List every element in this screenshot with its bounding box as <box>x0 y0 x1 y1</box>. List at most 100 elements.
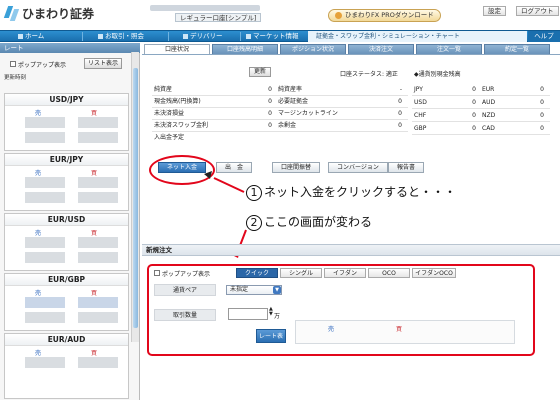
tab-balance-detail[interactable]: 口座残高明細 <box>212 44 278 54</box>
nav-divider <box>82 32 83 41</box>
sell-quote-blurred[interactable] <box>25 357 65 368</box>
pair-eurjpy[interactable]: EUR/JPY 売 買 <box>4 153 129 211</box>
tab-positions[interactable]: ポジション状況 <box>280 44 346 54</box>
quantity-stepper[interactable]: ▲ ▼ <box>269 307 273 317</box>
sell-quote-blurred[interactable] <box>25 297 65 308</box>
buy-quote-blurred[interactable] <box>78 357 118 368</box>
tab-oco[interactable]: OCO <box>368 268 410 278</box>
table-row: USD 0 AUD 0 <box>412 97 550 109</box>
account-status: 口座ステータス: 適正 <box>340 71 398 78</box>
logo[interactable]: ひまわり証券 <box>3 5 94 22</box>
pair-name: EUR/AUD <box>5 334 128 346</box>
tab-settlement-orders[interactable]: 決済注文 <box>348 44 414 54</box>
sell-quote-blurred[interactable] <box>25 117 65 128</box>
callout-step-1: 1 ネット入金をクリックすると・・・ <box>246 183 456 201</box>
buy-quote-blurred <box>78 312 118 323</box>
rates-list-button[interactable]: リスト表示 <box>84 58 123 69</box>
arrow-line <box>213 177 245 193</box>
sell-label: 売 <box>35 290 42 297</box>
buy-label: 買 <box>91 230 98 237</box>
pair-euraud[interactable]: EUR/AUD 売 買 <box>4 333 129 399</box>
quantity-input[interactable] <box>228 308 268 320</box>
pair-eurgbp[interactable]: EUR/GBP 売 買 <box>4 273 129 331</box>
plan-label: レギュラー口座[シンプル] <box>175 13 262 22</box>
currency-balance-heading: ◆通貨別現金残高 <box>414 71 461 78</box>
refresh-button[interactable]: 更新 <box>249 67 272 77</box>
pair-eurusd[interactable]: EUR/USD 売 買 <box>4 213 129 271</box>
scroll-thumb[interactable] <box>133 68 138 328</box>
cursor-icon <box>204 171 212 179</box>
tab-order-list[interactable]: 注文一覧 <box>416 44 482 54</box>
main-nav: ホーム お取引・照会 デリバリー マーケット情報 証拠金・スワップ金利・シミュレ… <box>0 30 560 42</box>
buy-quote-blurred <box>78 252 118 263</box>
pair-usdjpy[interactable]: USD/JPY 売 買 <box>4 93 129 151</box>
sell-quote-blurred[interactable] <box>25 177 65 188</box>
table-row: 未決済損益 0 マージンカットライン 0 <box>152 108 408 120</box>
buy-quote-blurred[interactable] <box>78 117 118 128</box>
sell-label: 売 <box>35 110 42 117</box>
account-name-blurred <box>150 5 260 11</box>
account-tabs: 口座状況 口座残高明細 ポジション状況 決済注文 注文一覧 約定一覧 <box>142 44 560 54</box>
sell-quote-blurred <box>25 312 65 323</box>
nav-home[interactable]: ホーム <box>18 31 44 42</box>
buy-label: 買 <box>91 110 98 117</box>
report-button[interactable]: 報告書 <box>388 162 425 173</box>
sell-label: 売 <box>35 230 42 237</box>
table-row: CHF 0 NZD 0 <box>412 110 550 122</box>
rates-scrollbar[interactable] <box>131 52 139 342</box>
order-type-tabs: クイック シングル イフダン OCO イフダンOCO <box>150 268 530 278</box>
show-rate-button[interactable]: レート表示 <box>256 329 286 354</box>
tab-quick[interactable]: クイック <box>236 268 278 278</box>
pair-name: EUR/JPY <box>5 154 128 166</box>
table-row: 入出金予定 <box>154 134 185 141</box>
nav-trade[interactable]: お取引・照会 <box>98 31 144 42</box>
tab-execution-list[interactable]: 約定一覧 <box>484 44 550 54</box>
table-row: JPY 0 EUR 0 <box>412 84 550 96</box>
nav-delivery[interactable]: デリバリー <box>183 31 223 42</box>
buy-quote-blurred[interactable] <box>78 237 118 248</box>
step-number: 1 <box>246 185 262 201</box>
buy-label: 買 <box>91 290 98 297</box>
sell-quote-blurred[interactable] <box>25 237 65 248</box>
account-transfer-button[interactable]: 口座間振替 <box>272 162 321 173</box>
buy-label: 買 <box>91 170 98 177</box>
table-row: GBP 0 CAD 0 <box>412 123 550 135</box>
sell-quote-blurred <box>25 132 65 143</box>
rates-popup-toggle[interactable]: ポップアップ表示 <box>10 59 66 69</box>
pair-select[interactable]: 未指定 ▼ <box>226 285 282 295</box>
nav-divider <box>168 32 169 41</box>
download-icon <box>335 12 342 19</box>
sell-label: 売 <box>328 326 335 333</box>
buy-quote-blurred[interactable] <box>78 297 118 308</box>
tab-account-status[interactable]: 口座状況 <box>144 44 210 54</box>
nav-ticker[interactable]: 証拠金・スワップ金利・シミュレーション・チャート <box>308 31 527 42</box>
tab-ifdone[interactable]: イフダン <box>324 268 366 278</box>
help-link[interactable]: ヘルプ <box>528 31 560 42</box>
pair-name: USD/JPY <box>5 94 128 106</box>
chart-icon <box>246 34 251 39</box>
quantity-label: 取引数量 <box>154 309 216 321</box>
buy-quote-blurred <box>78 192 118 203</box>
pro-download-button[interactable]: ひまわりFX PROダウンロード <box>328 9 441 22</box>
nav-market[interactable]: マーケット情報 <box>246 31 299 42</box>
tab-ifdone-oco[interactable]: イフダンOCO <box>412 268 456 278</box>
trade-icon <box>98 34 103 39</box>
table-row: 純資産 0 純資産率 - <box>152 84 408 96</box>
tab-single[interactable]: シングル <box>280 268 322 278</box>
settings-button[interactable]: 設定 <box>483 6 506 16</box>
pair-label: 通貨ペア <box>154 284 216 296</box>
quote-panel: 売 買 <box>295 320 515 344</box>
home-icon <box>18 34 23 39</box>
buy-quote-blurred[interactable] <box>78 177 118 188</box>
logout-button[interactable]: ログアウト <box>516 6 559 16</box>
nav-divider <box>240 32 241 41</box>
tab-divider <box>142 54 560 55</box>
quantity-unit: 万 <box>274 313 281 320</box>
new-order-header: 新規注文 <box>142 244 560 256</box>
pair-name: EUR/GBP <box>5 274 128 286</box>
rates-updated-label: 更新時刻 <box>4 75 27 81</box>
buy-quote-blurred <box>78 132 118 143</box>
sunflower-logo-icon <box>3 5 20 22</box>
buy-label: 買 <box>91 350 98 357</box>
conversion-button[interactable]: コンバージョン <box>328 162 388 173</box>
